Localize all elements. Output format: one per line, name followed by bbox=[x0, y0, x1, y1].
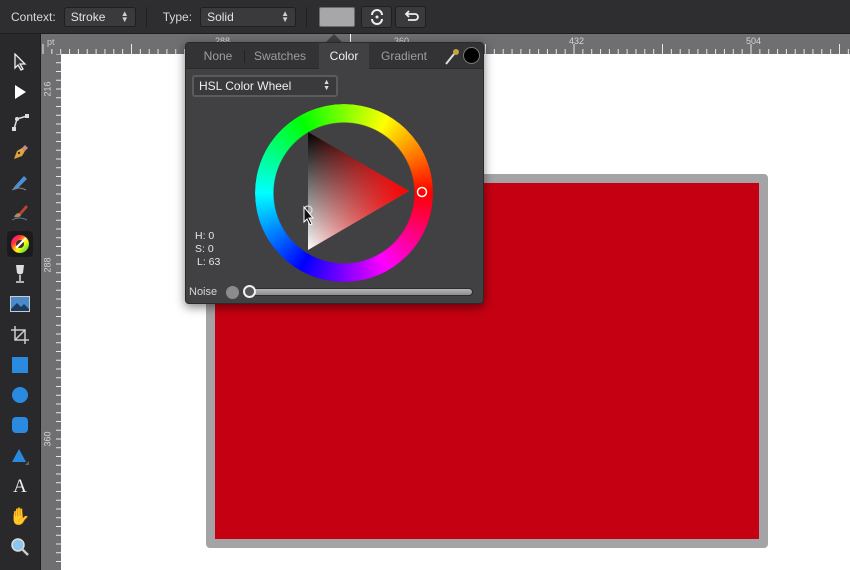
text-icon: A bbox=[13, 476, 27, 497]
ruler-ticks bbox=[56, 54, 61, 562]
color-popover: None Swatches Color Gradient HSL Color W… bbox=[185, 42, 484, 304]
rounded-square-icon bbox=[12, 417, 28, 433]
current-color-swatch[interactable] bbox=[463, 47, 480, 64]
wine-glass-icon bbox=[16, 265, 24, 283]
updown-arrows-icon: ▲ ▼ bbox=[281, 8, 290, 24]
artistic-text-tool[interactable]: A bbox=[7, 474, 33, 500]
crop-tool[interactable] bbox=[7, 322, 33, 348]
square-icon bbox=[12, 357, 28, 373]
triangle-tool[interactable] bbox=[7, 443, 33, 469]
updown-arrows-icon: ▲ ▼ bbox=[120, 8, 129, 24]
image-icon bbox=[10, 296, 30, 312]
noise-indicator-icon bbox=[226, 286, 239, 299]
vector-brush-tool[interactable] bbox=[7, 199, 33, 225]
eyedropper-icon[interactable] bbox=[444, 47, 460, 65]
noise-slider-thumb[interactable] bbox=[243, 285, 256, 298]
arrow-pointer-icon bbox=[14, 53, 27, 71]
tab-swatches[interactable]: Swatches bbox=[246, 43, 314, 69]
reverse-icon bbox=[404, 9, 419, 21]
vertical-ruler[interactable] bbox=[41, 54, 61, 570]
magnifier-icon bbox=[11, 538, 29, 556]
hsl-color-wheel[interactable] bbox=[255, 104, 433, 282]
rectangle-tool[interactable] bbox=[7, 352, 33, 378]
tab-none[interactable]: None bbox=[192, 43, 244, 69]
saturation-lightness-triangle[interactable] bbox=[255, 104, 433, 282]
brush-icon bbox=[11, 205, 28, 221]
pencil-tool[interactable] bbox=[7, 169, 33, 195]
context-toolbar: Context: Stroke ▲ ▼ Type: Solid ▲ ▼ bbox=[0, 0, 850, 34]
stroke-color-swatch[interactable] bbox=[319, 6, 356, 27]
ruler-label: 360 bbox=[42, 431, 53, 447]
place-image-tool[interactable] bbox=[7, 291, 33, 317]
type-select-value: Solid bbox=[207, 9, 234, 24]
tab-color[interactable]: Color bbox=[319, 43, 369, 69]
triangle-icon bbox=[12, 449, 29, 465]
reverse-stroke-button[interactable] bbox=[395, 5, 427, 28]
transparency-tool[interactable] bbox=[7, 261, 33, 287]
corner-tool[interactable] bbox=[7, 109, 33, 135]
ruler-label: 504 bbox=[746, 36, 762, 46]
context-select[interactable]: Stroke ▲ ▼ bbox=[63, 6, 136, 27]
updown-arrows-icon: ▲ ▼ bbox=[323, 79, 330, 92]
node-select-icon bbox=[15, 85, 26, 99]
context-label: Context: bbox=[11, 9, 56, 24]
hue-value: H: 0 bbox=[195, 230, 215, 242]
type-label: Type: bbox=[162, 9, 193, 24]
ruler-label: 216 bbox=[42, 81, 53, 97]
hue-handle[interactable] bbox=[416, 186, 428, 198]
pen-tool[interactable] bbox=[7, 139, 33, 165]
ruler-label: 432 bbox=[569, 36, 585, 46]
zoom-tool[interactable] bbox=[7, 534, 33, 560]
circle-icon bbox=[12, 387, 28, 403]
swap-icon bbox=[370, 8, 383, 25]
corner-icon bbox=[12, 114, 29, 131]
saturation-value: S: 0 bbox=[195, 243, 214, 255]
pen-nib-icon bbox=[14, 145, 28, 159]
ellipse-tool[interactable] bbox=[7, 382, 33, 408]
context-select-value: Stroke bbox=[70, 9, 106, 24]
color-wheel-icon bbox=[11, 235, 29, 253]
move-tool[interactable] bbox=[7, 49, 33, 75]
swap-fill-stroke-button[interactable] bbox=[361, 5, 393, 28]
divider bbox=[145, 6, 147, 27]
type-select[interactable]: Solid ▲ ▼ bbox=[200, 6, 297, 27]
divider bbox=[306, 6, 308, 27]
node-tool[interactable] bbox=[7, 79, 33, 105]
pencil-icon bbox=[11, 176, 27, 191]
tools-panel: A ✋ bbox=[0, 34, 41, 570]
hsl-readout: H: 0 S: 0 L: 63 bbox=[195, 230, 220, 269]
noise-label: Noise bbox=[189, 286, 218, 298]
divider bbox=[244, 50, 245, 63]
color-tabs: None Swatches Color Gradient bbox=[186, 43, 483, 69]
color-mode-value: HSL Color Wheel bbox=[199, 79, 292, 93]
ruler-unit: pt bbox=[47, 37, 55, 47]
tab-gradient[interactable]: Gradient bbox=[372, 43, 436, 69]
fill-tool[interactable] bbox=[7, 231, 33, 257]
color-mode-select[interactable]: HSL Color Wheel ▲ ▼ bbox=[192, 75, 338, 97]
lightness-value: L: 63 bbox=[197, 256, 221, 268]
rounded-rectangle-tool[interactable] bbox=[7, 412, 33, 438]
crop-icon bbox=[11, 326, 29, 344]
hand-icon: ✋ bbox=[9, 507, 31, 526]
noise-slider[interactable] bbox=[245, 288, 473, 296]
ruler-label: 288 bbox=[42, 257, 53, 273]
view-tool[interactable]: ✋ bbox=[7, 504, 33, 530]
